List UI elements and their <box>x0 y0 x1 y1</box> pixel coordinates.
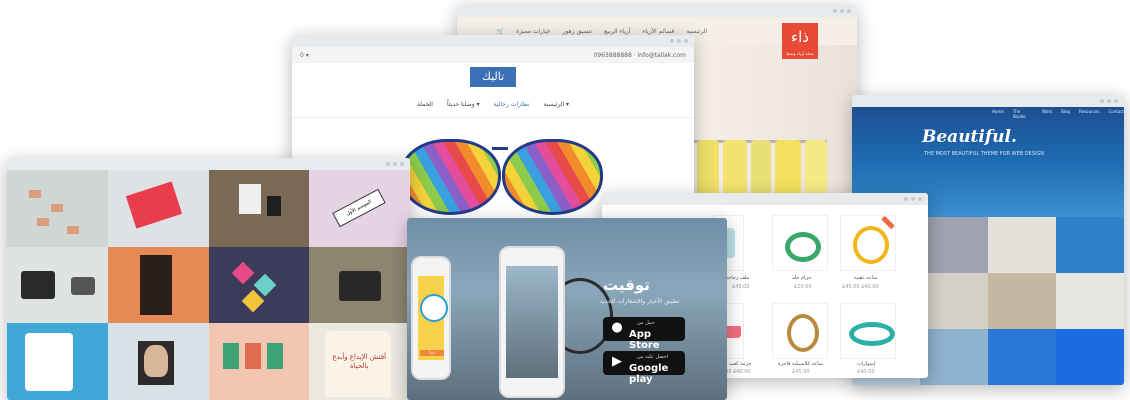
start-button[interactable]: ابدأ <box>420 350 444 356</box>
portfolio-window: الموسم الأول أفتش الإبداع وأبدع بالحياة <box>7 158 410 400</box>
app-title: توقيت <box>603 276 650 294</box>
portfolio-tile[interactable] <box>988 329 1056 385</box>
product-price: £20.00 <box>794 284 812 290</box>
portfolio-tile[interactable] <box>208 170 310 247</box>
fashion-logo[interactable]: ذاء مجلة أزياء ونمط <box>782 23 818 59</box>
window-chrome <box>292 35 694 47</box>
window-chrome <box>852 95 1124 107</box>
app-subtitle: تطبيق الأخبار والإشعارات الجديد <box>600 298 680 305</box>
store-small-text: حمل من <box>637 320 655 326</box>
portfolio-tile[interactable] <box>107 323 209 400</box>
portfolio-tile[interactable] <box>920 273 988 329</box>
divider <box>292 117 694 118</box>
nav-item[interactable]: خيارات مميزة <box>516 28 550 35</box>
product-name[interactable]: ساعة كلاسيكية فاخرة <box>778 361 823 367</box>
nav-item[interactable]: الرئيسية <box>686 28 707 35</box>
portfolio-tile[interactable]: أفتش الإبداع وأبدع بالحياة <box>309 323 410 400</box>
portfolio-tile[interactable] <box>1056 329 1124 385</box>
play-icon: ▶ <box>612 354 622 369</box>
portfolio-tile[interactable] <box>208 246 310 324</box>
garment <box>751 140 771 200</box>
portfolio-tile[interactable] <box>1056 273 1124 329</box>
watch-image <box>787 314 819 352</box>
nav-link[interactable]: Work <box>1042 109 1052 119</box>
store-label: App Store <box>629 329 660 351</box>
belt-image <box>785 232 821 262</box>
glasses-logo[interactable]: تاليك <box>470 67 516 87</box>
store-small-text: احصل عليه من <box>637 354 669 360</box>
bracelet-image <box>849 322 895 346</box>
logo-text: ذاء <box>791 28 809 46</box>
ribbon-label: الموسم الأول <box>332 188 386 228</box>
cart-icon[interactable]: 🛒 <box>497 28 504 35</box>
product-price: £45.00 £40.00 <box>842 284 879 290</box>
app-store-button[interactable]: ● حمل من App Store <box>603 317 685 351</box>
product-price: £40.00 <box>857 369 875 375</box>
window-chrome <box>457 5 857 17</box>
watch-image <box>853 226 889 264</box>
nav-item[interactable]: قسائم الأزياء <box>642 28 674 35</box>
glasses-menu: الحملة وصلنا حديثاً ▾ نظارات رجالية الرئ… <box>292 101 694 108</box>
sunglasses-bridge <box>492 147 508 150</box>
sunglasses-lens-right <box>502 139 603 215</box>
portfolio-tile[interactable] <box>7 170 108 247</box>
product-card[interactable] <box>840 215 896 271</box>
phone-screen: ابدأ <box>418 276 448 360</box>
portfolio-tile[interactable]: الموسم الأول <box>309 170 410 247</box>
hero-subtitle: THE MOST BEAUTIFUL THEME FOR WEB DESIGN <box>924 151 1045 157</box>
ocean-nav: Home The Studio Work Blog Resources Cont… <box>992 109 1124 119</box>
nav-link[interactable]: Resources <box>1079 109 1099 119</box>
menu-item[interactable]: وصلنا حديثاً ▾ <box>447 101 480 108</box>
portfolio-grid: الموسم الأول أفتش الإبداع وأبدع بالحياة <box>7 170 410 400</box>
portfolio-tile[interactable] <box>107 246 209 324</box>
sale-ribbon <box>881 215 895 230</box>
apple-icon: ● <box>611 320 623 335</box>
portfolio-tile[interactable] <box>7 323 108 400</box>
menu-item[interactable]: الحملة <box>417 101 433 108</box>
portfolio-tile[interactable] <box>107 170 209 247</box>
nav-link[interactable]: The Studio <box>1013 109 1033 119</box>
phone-center <box>499 246 565 398</box>
product-card[interactable] <box>772 303 828 359</box>
tshirt-text: أفتش الإبداع وأبدع بالحياة <box>332 353 387 371</box>
phone-screen <box>506 266 558 378</box>
product-price: £45.00 <box>792 369 810 375</box>
store-label: Google play <box>629 363 669 385</box>
portfolio-tile[interactable] <box>988 273 1056 329</box>
window-chrome <box>7 158 410 170</box>
portfolio-tile[interactable] <box>7 246 108 324</box>
portfolio-tile[interactable] <box>920 217 988 273</box>
product-price: £45.00 <box>732 284 750 290</box>
product-name[interactable]: حزام جلد <box>792 275 811 281</box>
menu-item[interactable]: الرئيسية ▾ <box>543 101 569 108</box>
google-play-button[interactable]: ▶ احصل عليه من Google play <box>603 351 685 385</box>
portfolio-tile[interactable] <box>309 246 410 324</box>
nav-item[interactable]: تنسيق زهور <box>562 28 592 35</box>
nav-item[interactable]: أزياء الربيع <box>604 28 630 35</box>
logo-subtext: مجلة أزياء ونمط <box>786 51 814 56</box>
product-name[interactable]: إسوارات <box>857 361 875 367</box>
menu-item[interactable]: نظارات رجالية <box>494 101 530 108</box>
clock-icon <box>420 294 448 322</box>
portfolio-tile[interactable] <box>208 323 310 400</box>
app-window: ابدأ توقيت تطبيق الأخبار والإشعارات الجد… <box>407 218 727 400</box>
portfolio-tile[interactable] <box>988 217 1056 273</box>
cart-count[interactable]: 0 ▾ <box>300 52 309 59</box>
hero-title: Beautiful. <box>922 127 1017 147</box>
window-chrome <box>602 193 928 205</box>
nav-link[interactable]: Blog <box>1061 109 1070 119</box>
product-name[interactable]: ساعة ذهبية <box>854 275 878 281</box>
contact-info: 0963888888 · info@tallak.com <box>593 51 686 59</box>
nav-link[interactable]: Contact <box>1108 109 1124 119</box>
product-card[interactable] <box>772 215 828 271</box>
sunglasses-lens-left <box>400 139 501 215</box>
product-name[interactable]: ملف زجاجي <box>724 275 749 281</box>
glasses-topbar: 0 ▾ 0963888888 · info@tallak.com <box>292 47 694 63</box>
portfolio-tile[interactable] <box>1056 217 1124 273</box>
nav-link[interactable]: Home <box>992 109 1004 119</box>
product-card[interactable] <box>840 303 896 359</box>
phone-left: ابدأ <box>411 256 451 380</box>
portfolio-tile[interactable] <box>920 329 988 385</box>
